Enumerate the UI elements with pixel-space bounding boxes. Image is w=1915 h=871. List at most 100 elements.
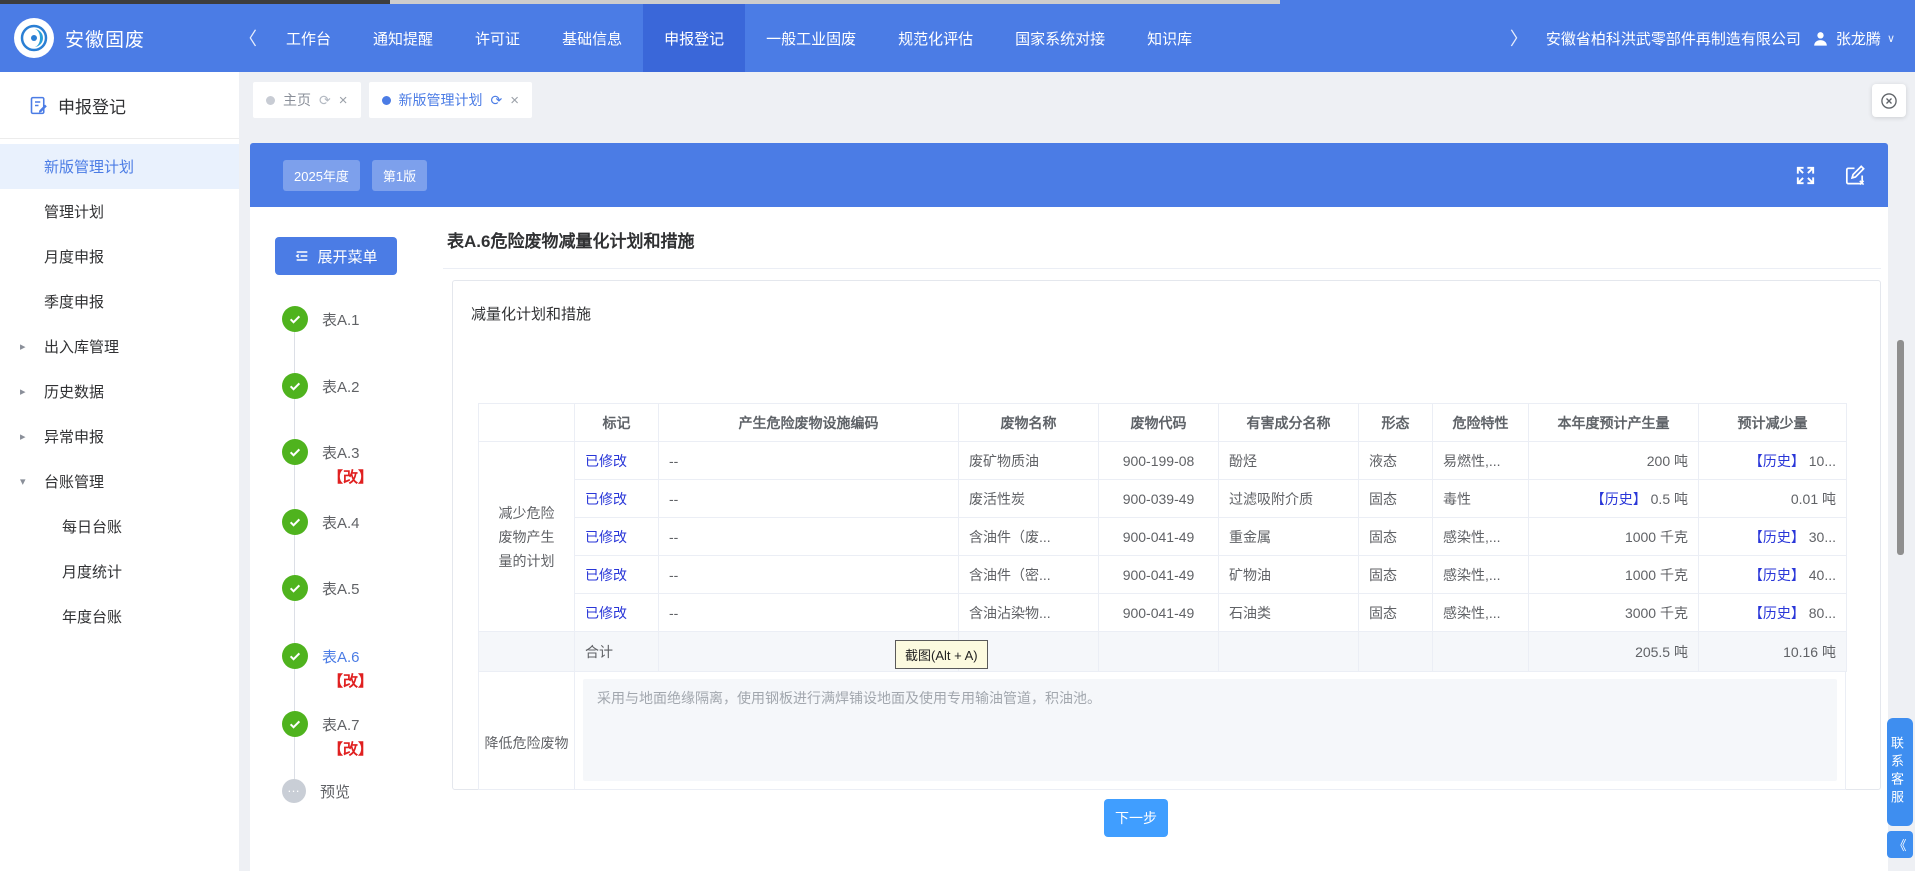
sidebar-item-2[interactable]: 管理计划 bbox=[0, 189, 239, 234]
nav-item-4[interactable]: 基础信息 bbox=[541, 4, 643, 72]
close-all-tabs-button[interactable] bbox=[1872, 84, 1906, 117]
tab-close-icon[interactable]: × bbox=[339, 92, 348, 109]
table-row: 减少危险废物产生量的计划已修改--废矿物质油900-199-08酚烃液态易燃性,… bbox=[479, 442, 1847, 480]
contact-service-button[interactable]: 联系客服 bbox=[1887, 718, 1913, 826]
page-title: 表A.6危险废物减量化计划和措施 bbox=[447, 227, 694, 252]
sidebar-item-3[interactable]: 月度申报 bbox=[0, 234, 239, 279]
table-cell: 废矿物质油 bbox=[959, 442, 1099, 480]
table-cell: 液态 bbox=[1359, 442, 1433, 480]
sidebar-item-4[interactable]: 季度申报 bbox=[0, 279, 239, 324]
step-modified-flag: 【改】 bbox=[328, 466, 373, 487]
step-done-icon bbox=[282, 575, 308, 601]
table-cell: 【历史】 30... bbox=[1699, 518, 1847, 556]
page-scrollbar[interactable] bbox=[1897, 340, 1904, 555]
nav-item-6[interactable]: 一般工业固废 bbox=[745, 4, 877, 72]
menu-expand-icon[interactable]: 〉 bbox=[1502, 25, 1536, 51]
total-empty-cell bbox=[1099, 632, 1219, 672]
table-cell: 石油类 bbox=[1219, 594, 1359, 632]
step-表A.4[interactable]: 表A.4 bbox=[282, 509, 360, 535]
column-header: 产生危险废物设施编码 bbox=[659, 404, 959, 442]
modified-link[interactable]: 已修改 bbox=[585, 453, 627, 469]
step-表A.2[interactable]: 表A.2 bbox=[282, 373, 360, 399]
menu-collapse-icon[interactable]: 〈 bbox=[231, 25, 265, 51]
screenshot-tooltip: 截图(Alt + A) bbox=[895, 640, 988, 669]
arrow-right-icon: ▸ bbox=[20, 385, 26, 398]
modified-link[interactable]: 已修改 bbox=[585, 529, 627, 545]
total-label-cell: 合计 bbox=[575, 632, 659, 672]
history-link[interactable]: 【历史】 bbox=[1591, 491, 1647, 507]
table-cell: 1000 千克 bbox=[1529, 518, 1699, 556]
sidebar-item-5[interactable]: ▸ 出入库管理 bbox=[0, 324, 239, 369]
step-表A.5[interactable]: 表A.5 bbox=[282, 575, 360, 601]
edit-cancel-icon[interactable] bbox=[1843, 164, 1866, 187]
user-name: 张龙腾 bbox=[1836, 28, 1881, 49]
step-表A.6[interactable]: 表A.6 bbox=[282, 643, 360, 669]
sidebar-item-label: 出入库管理 bbox=[44, 336, 119, 357]
declare-register-icon bbox=[28, 95, 49, 116]
sidebar-item-8[interactable]: ▾台账管理 bbox=[0, 459, 239, 504]
table-row: 已修改--含油沾染物...900-041-49石油类固态感染性,...3000 … bbox=[479, 594, 1847, 632]
column-header: 标记 bbox=[575, 404, 659, 442]
sidebar-item-9[interactable]: 每日台账 bbox=[0, 504, 239, 549]
sidebar-item-7[interactable]: ▸异常申报 bbox=[0, 414, 239, 459]
history-link[interactable]: 【历史】 bbox=[1749, 567, 1805, 583]
sidebar-item-label: 每日台账 bbox=[62, 516, 122, 537]
tab-refresh-icon[interactable]: ⟳ bbox=[491, 92, 503, 109]
sidebar-item-11[interactable]: 年度台账 bbox=[0, 594, 239, 639]
history-link[interactable]: 【历史】 bbox=[1749, 605, 1805, 621]
table-row: 已修改--废活性炭900-039-49过滤吸附介质固态毒性【历史】 0.5 吨0… bbox=[479, 480, 1847, 518]
nav-item-7[interactable]: 规范化评估 bbox=[877, 4, 994, 72]
table-cell: -- bbox=[659, 442, 959, 480]
column-header: 危险特性 bbox=[1433, 404, 1529, 442]
tab-1[interactable]: 主页⟳× bbox=[253, 82, 361, 118]
sidebar: 申报登记 新版管理计划管理计划月度申报季度申报▸出入库管理▸历史数据▸异常申报▾… bbox=[0, 72, 240, 871]
modified-link[interactable]: 已修改 bbox=[585, 567, 627, 583]
table-cell: 900-041-49 bbox=[1099, 594, 1219, 632]
main-area: 主页⟳×新版管理计划⟳× 2025年度 第1版 bbox=[239, 72, 1915, 871]
sidebar-menu: 新版管理计划管理计划月度申报季度申报 ▸ 出入库管理 ▸历史数据▸异常申报▾台账管理每… bbox=[0, 144, 239, 639]
arrow-right-icon: ▸ bbox=[20, 430, 26, 443]
step-表A.7[interactable]: 表A.7 bbox=[282, 711, 360, 737]
step-表A.3[interactable]: 表A.3 bbox=[282, 439, 360, 465]
year-badge: 2025年度 bbox=[283, 160, 360, 191]
table-cell: -- bbox=[659, 556, 959, 594]
nav-item-1[interactable]: 工作台 bbox=[265, 4, 352, 72]
sidebar-item-1[interactable]: 新版管理计划 bbox=[0, 144, 239, 189]
arrow-right-icon: ▸ bbox=[20, 340, 26, 353]
table-cell: 固态 bbox=[1359, 594, 1433, 632]
step-label: 表A.3 bbox=[322, 442, 360, 463]
step-预览[interactable]: …预览 bbox=[282, 778, 350, 804]
nav-item-8[interactable]: 国家系统对接 bbox=[994, 4, 1126, 72]
reduction-table-wrap: 标记产生危险废物设施编码废物名称废物代码有害成分名称形态危险特性本年度预计产生量… bbox=[478, 403, 1846, 672]
next-step-button[interactable]: 下一步 bbox=[1104, 799, 1168, 837]
tab-2[interactable]: 新版管理计划⟳× bbox=[369, 82, 533, 118]
history-link[interactable]: 【历史】 bbox=[1749, 529, 1805, 545]
modified-link[interactable]: 已修改 bbox=[585, 491, 627, 507]
hazard-reduction-textarea[interactable]: 采用与地面绝缘隔离，使用钢板进行满焊铺设地面及使用专用输油管道，积油池。 bbox=[583, 679, 1837, 781]
user-menu[interactable]: 张龙腾 ∨ bbox=[1811, 28, 1895, 49]
table-cell: 含油沾染物... bbox=[959, 594, 1099, 632]
nav-item-3[interactable]: 许可证 bbox=[454, 4, 541, 72]
step-表A.1[interactable]: 表A.1 bbox=[282, 306, 360, 332]
modified-link[interactable]: 已修改 bbox=[585, 605, 627, 621]
navbar-right: 〉 安徽省柏科洪武零部件再制造有限公司 张龙腾 ∨ bbox=[1502, 25, 1895, 51]
tab-refresh-icon[interactable]: ⟳ bbox=[319, 92, 331, 109]
table-cell: 900-041-49 bbox=[1099, 518, 1219, 556]
table-cell: 900-199-08 bbox=[1099, 442, 1219, 480]
table-cell: 【历史】 0.5 吨 bbox=[1529, 480, 1699, 518]
nav-item-2[interactable]: 通知提醒 bbox=[352, 4, 454, 72]
nav-item-9[interactable]: 知识库 bbox=[1126, 4, 1213, 72]
plan-toolbar: 2025年度 第1版 bbox=[250, 143, 1888, 207]
sidebar-item-6[interactable]: ▸历史数据 bbox=[0, 369, 239, 414]
nav-item-5[interactable]: 申报登记 bbox=[643, 4, 745, 72]
hazard-reduction-row: 降低危险废物 采用与地面绝缘隔离，使用钢板进行满焊铺设地面及使用专用输油管道，积… bbox=[478, 671, 1846, 790]
fullscreen-icon[interactable] bbox=[1794, 164, 1817, 187]
tab-status-dot bbox=[382, 96, 391, 105]
history-link[interactable]: 【历史】 bbox=[1749, 453, 1805, 469]
table-header-row: 标记产生危险废物设施编码废物名称废物代码有害成分名称形态危险特性本年度预计产生量… bbox=[479, 404, 1847, 442]
step-label: 表A.1 bbox=[322, 309, 360, 330]
tab-close-icon[interactable]: × bbox=[510, 92, 519, 109]
table-cell: 固态 bbox=[1359, 480, 1433, 518]
sidebar-item-10[interactable]: 月度统计 bbox=[0, 549, 239, 594]
service-collapse-button[interactable]: 《 bbox=[1887, 831, 1913, 858]
